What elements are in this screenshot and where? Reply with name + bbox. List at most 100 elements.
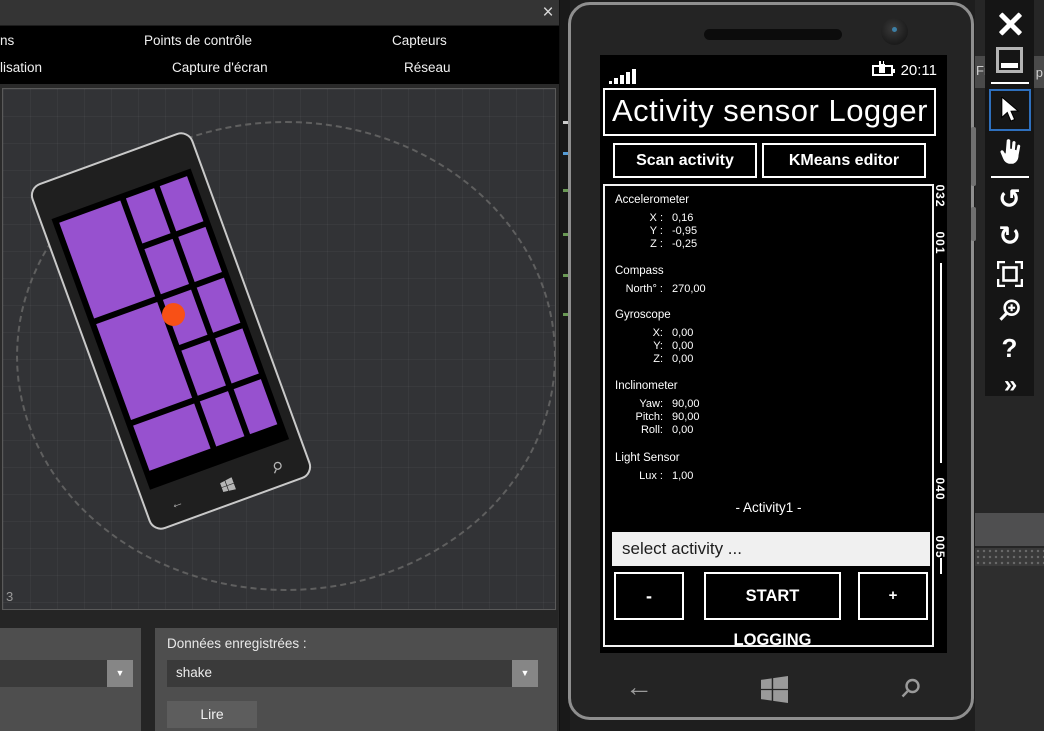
sensor-label: X: (611, 327, 663, 339)
close-icon[interactable]: × (536, 1, 560, 25)
tab-accelerometer[interactable]: ns (0, 33, 14, 48)
close-button[interactable] (989, 7, 1031, 41)
help-icon: ? (1002, 335, 1018, 361)
sensor-value: 0,00 (672, 353, 693, 365)
recorded-data-dropdown[interactable]: shake ▼ (167, 660, 538, 687)
sensor-value: 0,00 (672, 340, 693, 352)
cursor-icon (1000, 97, 1020, 123)
sensor-value: 90,00 (672, 411, 700, 423)
sensor-group-title: Compass (615, 265, 664, 277)
preset-panel: ▼ (0, 628, 141, 731)
speaker-grille (704, 29, 842, 40)
app-title-box: Activity sensor Logger (603, 88, 936, 136)
sensor-value: 270,00 (672, 283, 706, 295)
help-button[interactable]: ? (989, 329, 1031, 366)
sensor-group-title: Accelerometer (615, 194, 689, 206)
sensor-value: 0,16 (672, 212, 693, 224)
sensor-label: Y : (611, 225, 663, 237)
background-band (975, 566, 1044, 731)
hand-icon (997, 138, 1023, 168)
close-icon (997, 11, 1023, 37)
minimize-button[interactable] (989, 41, 1031, 79)
scan-activity-button[interactable]: Scan activity (613, 143, 757, 178)
frame-counter-bar (940, 558, 942, 574)
rotate-ccw-icon: ↺ (998, 186, 1021, 213)
expand-toolbar-button[interactable]: » (989, 366, 1031, 403)
sensor-group-title: Gyroscope (615, 309, 671, 321)
frame-counter-bar (940, 263, 942, 463)
sensor-label: North° : (611, 283, 663, 295)
background-text-fragment: p (1036, 65, 1043, 80)
plus-button[interactable]: + (858, 572, 928, 620)
tab-network[interactable]: Réseau (404, 60, 451, 75)
back-icon: ← (168, 495, 185, 513)
tab-sensors[interactable]: Capteurs (392, 33, 447, 48)
background-dotted-texture (975, 548, 1044, 566)
phone-screen: 20:11 Activity sensor Logger Scan activi… (600, 55, 947, 653)
accelerometer-3d-viewport[interactable]: ← 3 (2, 88, 556, 610)
front-camera (881, 18, 908, 45)
minimize-icon (996, 47, 1023, 73)
chevron-down-icon[interactable]: ▼ (107, 660, 133, 687)
tab-screenshot[interactable]: Capture d'écran (172, 60, 268, 75)
fit-to-window-button[interactable] (989, 255, 1031, 292)
toolbar-divider (991, 82, 1029, 84)
sensor-panel: Accelerometer X :0,16 Y :-0,95 Z :-0,25 … (603, 184, 934, 647)
phone-emulator: 20:11 Activity sensor Logger Scan activi… (568, 2, 974, 720)
search-icon (269, 458, 286, 475)
desktop: Fr p × ns Points de contrôle Capteurs li… (0, 0, 1044, 731)
frame-counter: 001 (933, 226, 947, 260)
frame-counter: 032 (933, 179, 947, 213)
tab-location[interactable]: lisation (0, 60, 42, 75)
recorded-data-panel: Données enregistrées : shake ▼ Lire (155, 628, 557, 731)
pan-button[interactable] (989, 133, 1031, 173)
chevron-down-icon[interactable]: ▼ (512, 660, 538, 687)
fit-screen-icon (997, 261, 1023, 287)
back-button[interactable]: ← (625, 671, 653, 703)
tab-checkpoints[interactable]: Points de contrôle (144, 33, 252, 48)
double-chevron-icon: » (1004, 373, 1015, 397)
tab-bar: ns Points de contrôle Capteurs lisation … (0, 26, 559, 84)
clock: 20:11 (901, 62, 937, 79)
windows-start-button[interactable] (761, 676, 788, 703)
start-logging-button[interactable]: START LOGGING (704, 572, 841, 620)
zoom-button[interactable] (989, 292, 1031, 329)
sensor-value: 0,00 (672, 327, 693, 339)
sensor-label: Pitch: (611, 411, 663, 423)
tools-bottom-area: ▼ Données enregistrées : shake ▼ Lire (0, 610, 558, 731)
rotate-right-button[interactable]: ↻ (989, 218, 1031, 255)
sensor-value: 1,00 (672, 470, 693, 482)
sensor-group-title: Light Sensor (615, 452, 680, 464)
frame-counter: 040 (933, 472, 947, 506)
window-titlebar[interactable]: × (0, 0, 559, 26)
select-cursor-button[interactable] (989, 89, 1031, 131)
read-button[interactable]: Lire (167, 701, 257, 728)
rotate-cw-icon: ↻ (998, 223, 1021, 250)
sensor-label: Y: (611, 340, 663, 352)
minus-button[interactable]: - (614, 572, 684, 620)
rotate-left-button[interactable]: ↺ (989, 181, 1031, 218)
recorded-data-label: Données enregistrées : (167, 636, 307, 651)
additional-tools-window: × ns Points de contrôle Capteurs lisatio… (0, 0, 560, 731)
sensor-label: X : (611, 212, 663, 224)
sensor-group-title: Inclinometer (615, 380, 678, 392)
sensor-value: 0,00 (672, 424, 693, 436)
orientation-drag-handle[interactable] (162, 303, 185, 326)
volume-button[interactable] (971, 127, 976, 186)
search-button[interactable] (899, 677, 923, 701)
status-right-group: 20:11 (872, 62, 937, 79)
app-title: Activity sensor Logger (612, 93, 928, 129)
dropdown-selected-value: shake (176, 665, 212, 680)
preset-dropdown[interactable]: ▼ (0, 660, 133, 687)
axis-value-label: 3 (6, 589, 13, 604)
sensor-value: -0,25 (672, 238, 697, 250)
sensor-label: Lux : (611, 470, 663, 482)
sensor-label: Z: (611, 353, 663, 365)
kmeans-editor-button[interactable]: KMeans editor (762, 143, 926, 178)
current-activity-label: - Activity1 - (605, 500, 932, 515)
activity-select[interactable]: select activity ... (612, 532, 930, 566)
battery-charging-icon (872, 65, 893, 76)
sensor-label: Roll: (611, 424, 663, 436)
emulator-toolbar: ↺ ↻ ? » (985, 0, 1034, 396)
power-button[interactable] (971, 207, 976, 241)
